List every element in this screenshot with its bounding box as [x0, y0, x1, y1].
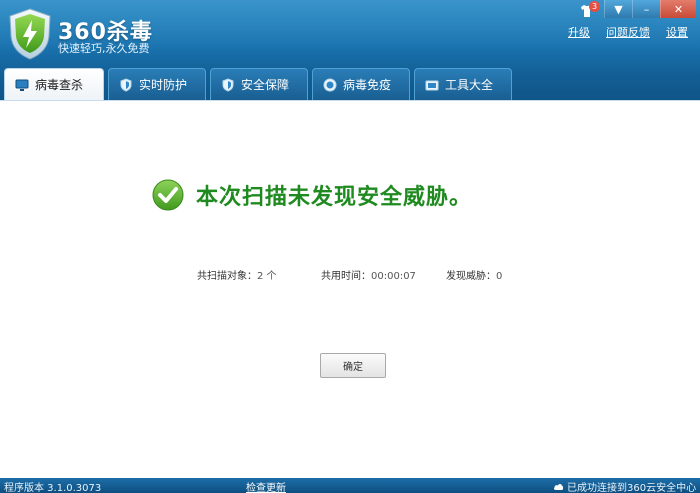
- scan-result-panel: 本次扫描未发现安全威胁。 共扫描对象：2 个 共用时间：00:00:07 发现威…: [0, 100, 700, 478]
- menu-button[interactable]: ▼: [604, 0, 632, 18]
- tab-label: 实时防护: [139, 78, 188, 92]
- status-bar: 程序版本 3.1.0.3073 检查更新 已成功连接到360云安全中心: [0, 478, 700, 493]
- tab-realtime-protection[interactable]: 实时防护: [108, 68, 206, 100]
- time-label: 共用时间：: [321, 271, 371, 282]
- cloud-connection-status: 已成功连接到360云安全中心: [553, 479, 696, 493]
- threats-value: 0: [496, 271, 503, 282]
- connection-text: 已成功连接到360云安全中心: [567, 483, 697, 493]
- shield-icon: [120, 77, 132, 92]
- app-slogan: 快速轻巧,永久免费: [58, 42, 150, 55]
- toolbox-icon: [425, 80, 439, 90]
- tab-toolbox[interactable]: 工具大全: [414, 68, 512, 100]
- tab-virus-immunity[interactable]: 病毒免疫: [312, 68, 410, 100]
- objects-label: 共扫描对象：: [197, 271, 257, 282]
- shield-icon: [222, 77, 234, 92]
- result-message: 本次扫描未发现安全威胁。: [196, 185, 473, 210]
- program-version: 程序版本 3.1.0.3073: [4, 483, 102, 493]
- settings-link[interactable]: 设置: [666, 24, 688, 40]
- check-update-link[interactable]: 检查更新: [246, 479, 286, 493]
- threats-label: 发现威胁：: [446, 271, 496, 282]
- scan-result: 本次扫描未发现安全威胁。: [152, 179, 472, 211]
- minimize-button[interactable]: –: [632, 0, 660, 18]
- main-tabs: 病毒查杀 实时防护 安全保障 病毒免疫 工具大全: [4, 68, 512, 100]
- scan-stats: 共扫描对象：2 个 共用时间：00:00:07 发现威胁：0: [0, 267, 700, 282]
- globe-icon: [323, 78, 337, 91]
- objects-value: 2 个: [257, 271, 277, 282]
- upgrade-link[interactable]: 升级: [568, 24, 590, 40]
- ok-button[interactable]: 确定: [320, 353, 386, 378]
- objects-stat: 共扫描对象：2 个: [197, 267, 277, 282]
- tab-label: 病毒免疫: [343, 78, 392, 92]
- feedback-link[interactable]: 问题反馈: [606, 24, 650, 40]
- threats-stat: 发现威胁：0: [446, 267, 502, 282]
- close-button[interactable]: ✕: [660, 0, 696, 18]
- app-header: 360杀毒 快速轻巧,永久免费 3 ▼ – ✕ 升级 问题反馈 设置 病毒查杀: [0, 0, 700, 100]
- shield-logo-icon: [9, 8, 51, 60]
- monitor-icon: [15, 79, 29, 91]
- time-value: 00:00:07: [371, 271, 416, 282]
- notification-badge: 3: [589, 1, 600, 12]
- window-controls: ▼ – ✕: [604, 0, 696, 18]
- tab-label: 工具大全: [445, 78, 494, 92]
- top-links: 升级 问题反馈 设置: [568, 24, 688, 40]
- tab-label: 病毒查杀: [35, 78, 84, 92]
- tab-label: 安全保障: [241, 78, 290, 92]
- cloud-icon: [554, 484, 564, 490]
- time-stat: 共用时间：00:00:07: [321, 267, 416, 282]
- tab-security-guard[interactable]: 安全保障: [210, 68, 308, 100]
- check-circle-icon: [152, 179, 184, 211]
- tab-virus-scan[interactable]: 病毒查杀: [4, 68, 104, 100]
- notification-icon[interactable]: 3: [578, 1, 600, 18]
